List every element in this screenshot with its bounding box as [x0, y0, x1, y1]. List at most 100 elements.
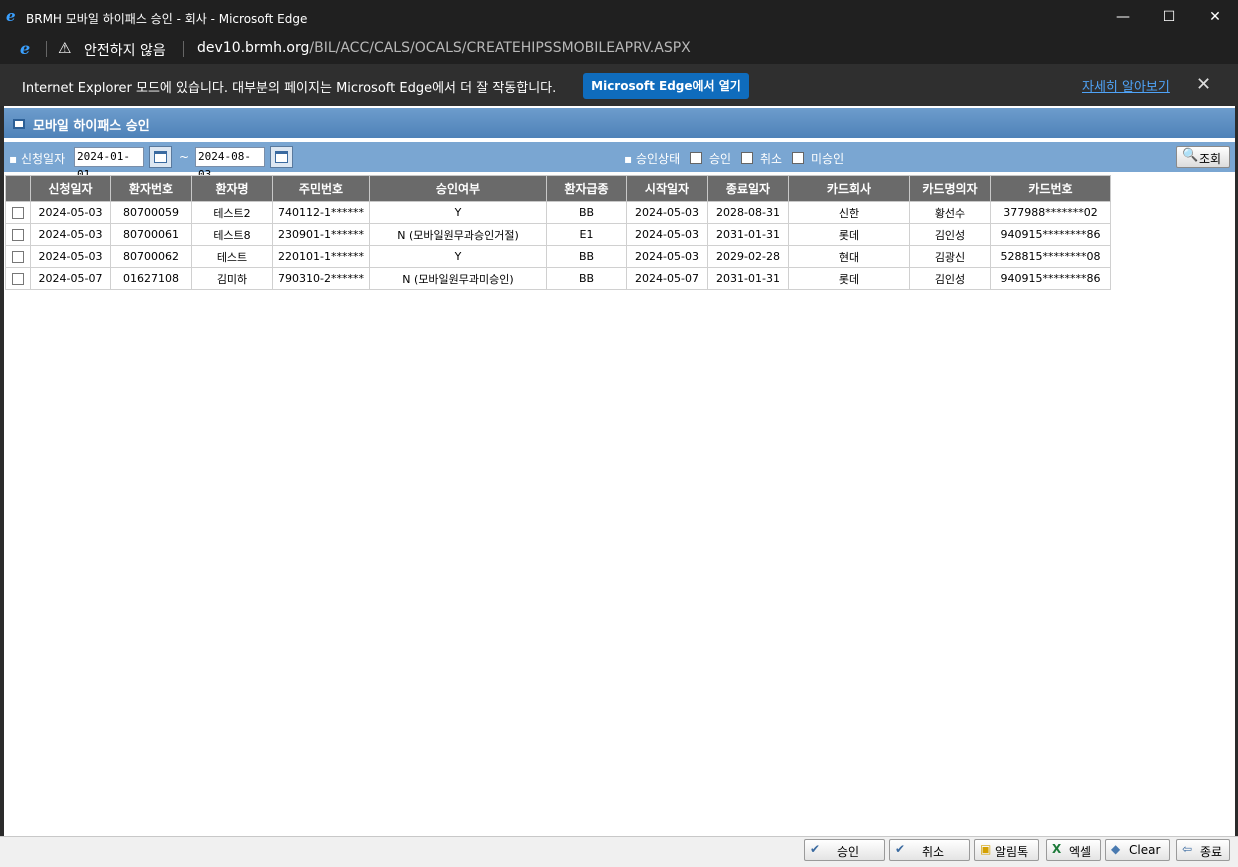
minimize-button[interactable]: — — [1100, 0, 1146, 34]
address-bar[interactable]: e ⚠ 안전하지 않음 dev10.brmh.org/BIL/ACC/CALS/… — [0, 34, 1238, 64]
date-from-calendar-button[interactable] — [149, 146, 172, 168]
alimtalk-button-label: 알림톡 — [995, 845, 1029, 859]
exit-button[interactable]: ⇦ 종료 — [1176, 839, 1230, 861]
approve-checkbox[interactable] — [690, 152, 702, 164]
table-cell: 황선수 — [909, 201, 991, 224]
maximize-button[interactable]: ☐ — [1146, 0, 1192, 34]
warning-icon[interactable]: ⚠ — [58, 39, 71, 57]
excel-icon: X — [1052, 842, 1062, 856]
row-checkbox[interactable] — [12, 207, 24, 219]
alimtalk-button[interactable]: ▣ 알림톡 — [974, 839, 1039, 861]
date-from-input[interactable]: 2024-01-01 — [74, 147, 144, 181]
table-cell: 790310-2****** — [272, 267, 370, 290]
table-cell: 528815********08 — [990, 245, 1111, 268]
status-label-text: 승인상태 — [635, 152, 681, 166]
table-cell: BB — [546, 201, 627, 224]
table-cell: 현대 — [788, 245, 910, 268]
table-row[interactable]: 2024-05-07 01627108 김미하 790310-2****** N… — [5, 267, 1111, 290]
row-select[interactable] — [5, 223, 31, 246]
check-icon: ✔ — [810, 842, 821, 856]
table-cell: Y — [369, 245, 547, 268]
panel-header: 모바일 하이패스 승인 — [4, 108, 1235, 138]
security-label[interactable]: 안전하지 않음 — [84, 40, 166, 60]
table-header-row: 신청일자 환자번호 환자명 주민번호 승인여부 환자급종 시작일자 종료일자 카… — [5, 175, 1111, 202]
ie-mode-icon[interactable]: e — [20, 39, 30, 58]
unapproved-checkbox[interactable] — [792, 152, 804, 164]
open-in-edge-button[interactable]: Microsoft Edge에서 열기 — [583, 73, 749, 99]
learn-more-link[interactable]: 자세히 알아보기 — [1082, 76, 1170, 95]
title-bar: e BRMH 모바일 하이패스 승인 - 회사 - Microsoft Edge… — [0, 0, 1238, 34]
exit-icon: ⇦ — [1182, 842, 1193, 856]
table-cell: 940915********86 — [990, 223, 1111, 246]
table-cell: 740112-1****** — [272, 201, 370, 224]
table-cell: 2024-05-03 — [626, 245, 708, 268]
search-button[interactable]: 🔍 조회 — [1176, 146, 1230, 168]
column-header[interactable]: 승인여부 — [369, 175, 547, 202]
approve-button-label: 승인 — [837, 845, 860, 859]
table-cell: 김인성 — [909, 223, 991, 246]
table-cell: 테스트8 — [191, 223, 273, 246]
column-header[interactable]: 환자번호 — [110, 175, 192, 202]
column-header[interactable]: 카드번호 — [990, 175, 1111, 202]
approve-button[interactable]: ✔ 승인 — [804, 839, 885, 861]
row-checkbox[interactable] — [12, 251, 24, 263]
table-row[interactable]: 2024-05-03 80700059 테스트2 740112-1****** … — [5, 201, 1111, 224]
table-cell: 220101-1****** — [272, 245, 370, 268]
browser-window: e BRMH 모바일 하이패스 승인 - 회사 - Microsoft Edge… — [0, 0, 1238, 867]
excel-button[interactable]: X 엑셀 — [1046, 839, 1101, 861]
ie-icon: e — [6, 7, 16, 25]
search-button-label: 조회 — [1199, 152, 1222, 166]
table-cell: 80700059 — [110, 201, 192, 224]
search-bar: ▪ 신청일자 2024-01-01 ~ 2024-08-03 ▪ 승인상태 승인… — [4, 142, 1235, 181]
table-cell: 80700061 — [110, 223, 192, 246]
action-bar: ✔ 승인 ✔ 취소 ▣ 알림톡 X 엑셀 ◆ Clear ⇦ 종료 — [0, 836, 1238, 867]
date-to-calendar-button[interactable] — [270, 146, 293, 168]
ie-mode-infobar: Internet Explorer 모드에 있습니다. 대부분의 페이지는 Mi… — [0, 64, 1238, 106]
url-text[interactable]: dev10.brmh.org/BIL/ACC/CALS/OCALS/CREATE… — [197, 40, 691, 56]
table-cell: N (모바일원무과승인거절) — [369, 223, 547, 246]
table-cell: 2024-05-03 — [30, 223, 111, 246]
calendar-icon — [275, 151, 288, 163]
column-header[interactable]: 시작일자 — [626, 175, 708, 202]
table-cell: 01627108 — [110, 267, 192, 290]
table-row[interactable]: 2024-05-03 80700061 테스트8 230901-1****** … — [5, 223, 1111, 246]
row-checkbox[interactable] — [12, 273, 24, 285]
close-window-button[interactable]: ✕ — [1192, 0, 1238, 34]
table-row[interactable]: 2024-05-03 80700062 테스트 220101-1****** Y… — [5, 245, 1111, 268]
table-cell: 롯데 — [788, 267, 910, 290]
column-header[interactable]: 카드회사 — [788, 175, 910, 202]
infobar-message: Internet Explorer 모드에 있습니다. 대부분의 페이지는 Mi… — [22, 81, 557, 96]
clear-button-label: Clear — [1129, 843, 1161, 857]
date-range-tilde: ~ — [179, 150, 190, 164]
table-cell: 테스트 — [191, 245, 273, 268]
column-header[interactable]: 주민번호 — [272, 175, 370, 202]
approval-table: 신청일자 환자번호 환자명 주민번호 승인여부 환자급종 시작일자 종료일자 카… — [5, 175, 1111, 290]
cancel-checkbox[interactable] — [741, 152, 753, 164]
table-cell: 2024-05-03 — [30, 201, 111, 224]
search-icon: 🔍 — [1182, 148, 1199, 163]
column-header[interactable]: 카드명의자 — [909, 175, 991, 202]
table-cell: 377988*******02 — [990, 201, 1111, 224]
table-cell: E1 — [546, 223, 627, 246]
table-cell: 2031-01-31 — [707, 223, 789, 246]
date-label-text: 신청일자 — [20, 152, 66, 166]
table-cell: 2024-05-07 — [626, 267, 708, 290]
cancel-button[interactable]: ✔ 취소 — [889, 839, 970, 861]
exit-button-label: 종료 — [1200, 845, 1223, 859]
row-checkbox[interactable] — [12, 229, 24, 241]
row-select[interactable] — [5, 201, 31, 224]
table-cell: BB — [546, 245, 627, 268]
table-cell: 2029-02-28 — [707, 245, 789, 268]
row-select[interactable] — [5, 267, 31, 290]
column-header[interactable]: 신청일자 — [30, 175, 111, 202]
row-select[interactable] — [5, 245, 31, 268]
clear-button[interactable]: ◆ Clear — [1105, 839, 1170, 861]
column-header[interactable]: 환자급종 — [546, 175, 627, 202]
table-cell: N (모바일원무과미승인) — [369, 267, 547, 290]
page-content: 모바일 하이패스 승인 ▪ 신청일자 2024-01-01 ~ 2024-08-… — [4, 106, 1235, 836]
divider — [183, 41, 184, 57]
column-header[interactable]: 환자명 — [191, 175, 273, 202]
column-header[interactable]: 종료일자 — [707, 175, 789, 202]
date-to-input[interactable]: 2024-08-03 — [195, 147, 265, 181]
infobar-close-icon[interactable]: ✕ — [1196, 74, 1211, 95]
